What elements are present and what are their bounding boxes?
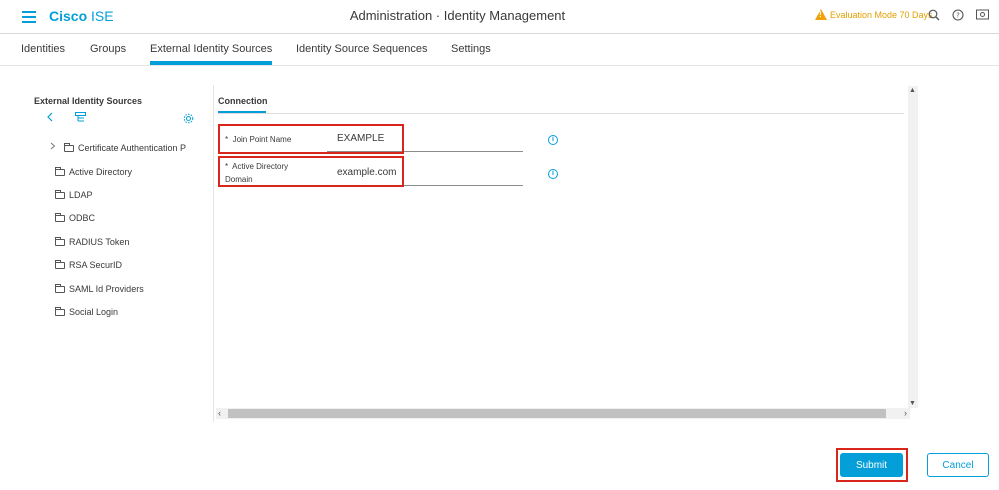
svg-text:?: ? (956, 12, 960, 20)
scroll-up-icon[interactable]: ▲ (909, 87, 916, 94)
folder-icon (55, 259, 65, 269)
sidebar-item-radius-token[interactable]: RADIUS Token (55, 236, 130, 247)
sidebar-title: External Identity Sources (34, 96, 143, 106)
help-icon[interactable]: ? (951, 9, 965, 23)
top-header: Cisco ISE Administration · Identity Mana… (0, 0, 999, 34)
evaluation-text: Evaluation Mode 70 Days (830, 9, 933, 20)
join-point-highlight (218, 124, 404, 154)
sidebar-item-label: Active Directory (69, 167, 133, 177)
sidebar-item-label: Certificate Authentication P (78, 143, 187, 153)
tab-identity-source-sequences[interactable]: Identity Source Sequences (296, 43, 427, 55)
horizontal-scroll-thumb[interactable] (228, 409, 886, 418)
gear-icon[interactable] (183, 113, 194, 127)
info-icon[interactable]: i (548, 135, 558, 145)
sidebar-item-label: Social Login (69, 307, 119, 317)
chevron-right-icon[interactable] (50, 142, 56, 152)
folder-icon (55, 212, 65, 222)
folder-icon (64, 142, 74, 152)
submit-button[interactable]: Submit (840, 453, 903, 477)
sidebar-item-label: RSA SecurID (69, 260, 123, 270)
folder-icon (55, 283, 65, 293)
sidebar-item-social-login[interactable]: Social Login (55, 306, 119, 317)
vertical-scrollbar[interactable]: ▲ ▼ (908, 86, 918, 408)
sidebar-item-label: SAML Id Providers (69, 284, 144, 294)
tab-external-identity-sources[interactable]: External Identity Sources (150, 43, 272, 55)
folder-icon (55, 189, 65, 199)
sidebar-item-certificate-authentication[interactable]: Certificate Authentication P (64, 142, 187, 153)
horizontal-scrollbar[interactable]: ‹ › (216, 408, 910, 419)
evaluation-badge[interactable]: Evaluation Mode 70 Days (815, 9, 933, 20)
scroll-right-icon[interactable]: › (904, 408, 907, 418)
active-directory-domain-highlight (218, 156, 404, 187)
settings-icon[interactable] (975, 9, 989, 23)
sidebar-item-odbc[interactable]: ODBC (55, 212, 96, 223)
page-title: Administration · Identity Management (349, 8, 566, 23)
sidebar-item-label: RADIUS Token (69, 237, 130, 247)
sidebar-item-label: LDAP (69, 190, 93, 200)
collapse-icon[interactable] (46, 112, 54, 125)
divider (218, 113, 904, 114)
sidebar-item-saml-id-providers[interactable]: SAML Id Providers (55, 283, 144, 294)
sidebar-item-label: ODBC (69, 213, 96, 223)
warning-icon (815, 9, 827, 20)
cancel-button[interactable]: Cancel (927, 453, 989, 477)
folder-icon (55, 236, 65, 246)
tab-identities[interactable]: Identities (21, 43, 65, 55)
tab-settings[interactable]: Settings (451, 43, 491, 55)
sidebar-item-ldap[interactable]: LDAP (55, 189, 93, 200)
tree-view-icon[interactable] (75, 112, 86, 126)
active-tab-indicator (150, 61, 272, 65)
info-icon[interactable]: i (548, 169, 558, 179)
scroll-down-icon[interactable]: ▼ (909, 400, 916, 407)
scroll-left-icon[interactable]: ‹ (218, 408, 221, 418)
tab-connection[interactable]: Connection (218, 96, 268, 106)
folder-icon (55, 306, 65, 316)
folder-icon (55, 166, 65, 176)
tab-groups[interactable]: Groups (90, 43, 126, 55)
search-icon[interactable] (927, 9, 941, 23)
sidebar-item-rsa-securid[interactable]: RSA SecurID (55, 259, 123, 270)
sidebar-item-active-directory[interactable]: Active Directory (55, 166, 133, 177)
